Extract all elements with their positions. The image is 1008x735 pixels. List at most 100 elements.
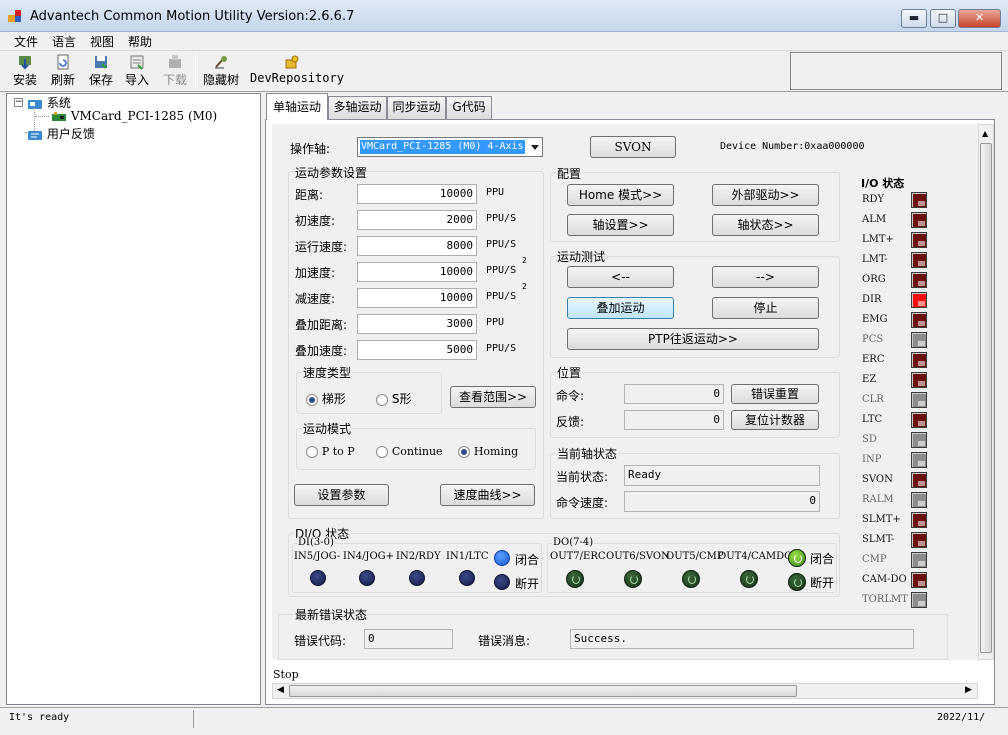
param-input[interactable]: 10000 [357, 288, 477, 308]
axis-settings-button[interactable]: 轴设置>> [567, 214, 674, 236]
axis-status-button[interactable]: 轴状态>> [712, 214, 819, 236]
dev-repository-icon [285, 55, 299, 69]
speed-curve-button[interactable]: 速度曲线>> [440, 484, 535, 506]
device-tree[interactable]: − 系统 VMCard_PCI-1285 (M0) 用户反馈 [6, 93, 261, 705]
overlay-motion-button[interactable]: 叠加运动 [567, 297, 674, 319]
io-indicator-lmt- [911, 252, 927, 268]
radio-continue[interactable]: Continue [376, 444, 443, 458]
view-range-button[interactable]: 查看范围>> [450, 386, 536, 408]
param-unit: PPU [486, 187, 505, 198]
radio-s-curve[interactable]: S形 [376, 390, 411, 407]
stop-button[interactable]: 停止 [712, 297, 819, 319]
error-code-label: 错误代码: [294, 634, 347, 648]
horizontal-scroll-thumb[interactable] [289, 685, 797, 697]
maximize-button[interactable]: □ [930, 9, 956, 28]
tree-node-feedback-label: 用户反馈 [46, 127, 95, 141]
di-label: IN4/JOG+ [343, 551, 395, 562]
io-indicator-ez [911, 372, 927, 388]
menu-help[interactable]: 帮助 [128, 33, 152, 50]
tree-expander[interactable]: − [14, 98, 23, 107]
jog-left-button[interactable]: <-- [567, 266, 674, 288]
param-input[interactable]: 5000 [357, 340, 477, 360]
io-label: LMT- [862, 254, 888, 265]
di-legend-closed: 闭合 [515, 553, 540, 567]
menu-view[interactable]: 视图 [90, 33, 114, 50]
install-icon [19, 56, 31, 70]
param-unit-exponent: 2 [522, 256, 527, 265]
param-label: 叠加距离: [295, 318, 348, 332]
do-label: OUT7/ERC [550, 551, 606, 562]
do-indicator-led [624, 570, 642, 588]
last-error-title: 最新错误状态 [294, 606, 369, 623]
menu-file[interactable]: 文件 [14, 33, 38, 50]
io-indicator-dir [911, 292, 927, 308]
io-label: LTC [862, 414, 883, 425]
io-label: INP [862, 454, 882, 465]
dev-repository-button[interactable]: DevRepository [250, 52, 344, 90]
radio-trapezoid[interactable]: 梯形 [306, 390, 346, 407]
error-reset-button[interactable]: 错误重置 [731, 384, 819, 404]
axis-select[interactable]: VMCard_PCI-1285 (M0) 4-Axis [357, 137, 543, 157]
io-indicator-ltc [911, 412, 927, 428]
minimize-button[interactable]: ▬ [901, 9, 927, 28]
io-indicator-sd [911, 432, 927, 448]
hide-tree-icon [215, 56, 227, 69]
home-mode-button[interactable]: Home 模式>> [567, 184, 674, 206]
set-params-button[interactable]: 设置参数 [294, 484, 389, 506]
param-input[interactable]: 3000 [357, 314, 477, 334]
scroll-up-icon[interactable]: ▲ [982, 129, 988, 138]
io-label: ALM [862, 214, 887, 225]
param-unit: PPU/S [486, 239, 517, 250]
import-button[interactable]: 导入 [122, 52, 152, 90]
save-button[interactable]: 保存 [86, 52, 116, 90]
param-input[interactable]: 10000 [357, 262, 477, 282]
tab-gcode[interactable]: G代码 [446, 96, 492, 119]
ptp-reciprocate-button[interactable]: PTP往返运动>> [567, 328, 819, 350]
download-button[interactable]: 下载 [160, 52, 190, 90]
io-status-title: I/O 状态 [861, 177, 905, 190]
radio-p-to-p-label: P to P [321, 445, 355, 458]
radio-p-to-p[interactable]: P to P [306, 444, 355, 458]
vertical-scrollbar[interactable]: ▲ [978, 124, 994, 660]
tab-sync-motion[interactable]: 同步运动 [387, 96, 446, 119]
radio-indicator [306, 445, 318, 458]
refresh-button[interactable]: 刷新 [48, 52, 78, 90]
hide-tree-button[interactable]: 隐藏树 [200, 52, 242, 90]
io-label: PCS [862, 334, 884, 345]
io-indicator-svon [911, 472, 927, 488]
io-indicator-slmt+ [911, 512, 927, 528]
do-label: OUT6/SVON [606, 551, 670, 562]
scroll-right-icon[interactable]: ▶ [965, 685, 972, 695]
scroll-left-icon[interactable]: ◀ [277, 685, 284, 695]
radio-indicator [458, 445, 470, 458]
param-label: 距离: [295, 188, 324, 202]
param-input[interactable]: 2000 [357, 210, 477, 230]
io-label: RDY [862, 194, 885, 205]
jog-right-button[interactable]: --> [712, 266, 819, 288]
do-legend-closed: 闭合 [810, 552, 835, 566]
minimize-icon: ▬ [908, 11, 920, 24]
do-indicator-led [566, 570, 584, 588]
tree-node-feedback[interactable]: 用户反馈 [27, 125, 95, 142]
axis-state-title: 当前轴状态 [556, 445, 619, 462]
menu-language[interactable]: 语言 [52, 33, 76, 50]
close-button[interactable]: ✕ [958, 9, 1001, 28]
tree-node-device[interactable]: VMCard_PCI-1285 (M0) [51, 109, 217, 123]
tab-single-axis[interactable]: 单轴运动 [266, 93, 328, 120]
external-drive-button[interactable]: 外部驱动>> [712, 184, 819, 206]
do-legend-closed-led [788, 549, 806, 567]
radio-homing[interactable]: Homing [458, 444, 518, 458]
svon-button[interactable]: SVON [590, 136, 676, 158]
io-label: ERC [862, 354, 885, 365]
io-label: LMT+ [862, 234, 894, 245]
io-indicator-lmt+ [911, 232, 927, 248]
horizontal-scrollbar[interactable]: ◀ ▶ [272, 683, 978, 699]
vertical-scroll-thumb[interactable] [980, 143, 992, 653]
hide-tree-label: 隐藏树 [202, 73, 239, 87]
reset-counter-button[interactable]: 复位计数器 [731, 410, 819, 430]
param-input[interactable]: 8000 [357, 236, 477, 256]
install-button[interactable]: 安装 [10, 52, 40, 90]
io-label: EMG [862, 314, 888, 325]
param-input[interactable]: 10000 [357, 184, 477, 204]
tab-multi-axis[interactable]: 多轴运动 [328, 96, 387, 119]
